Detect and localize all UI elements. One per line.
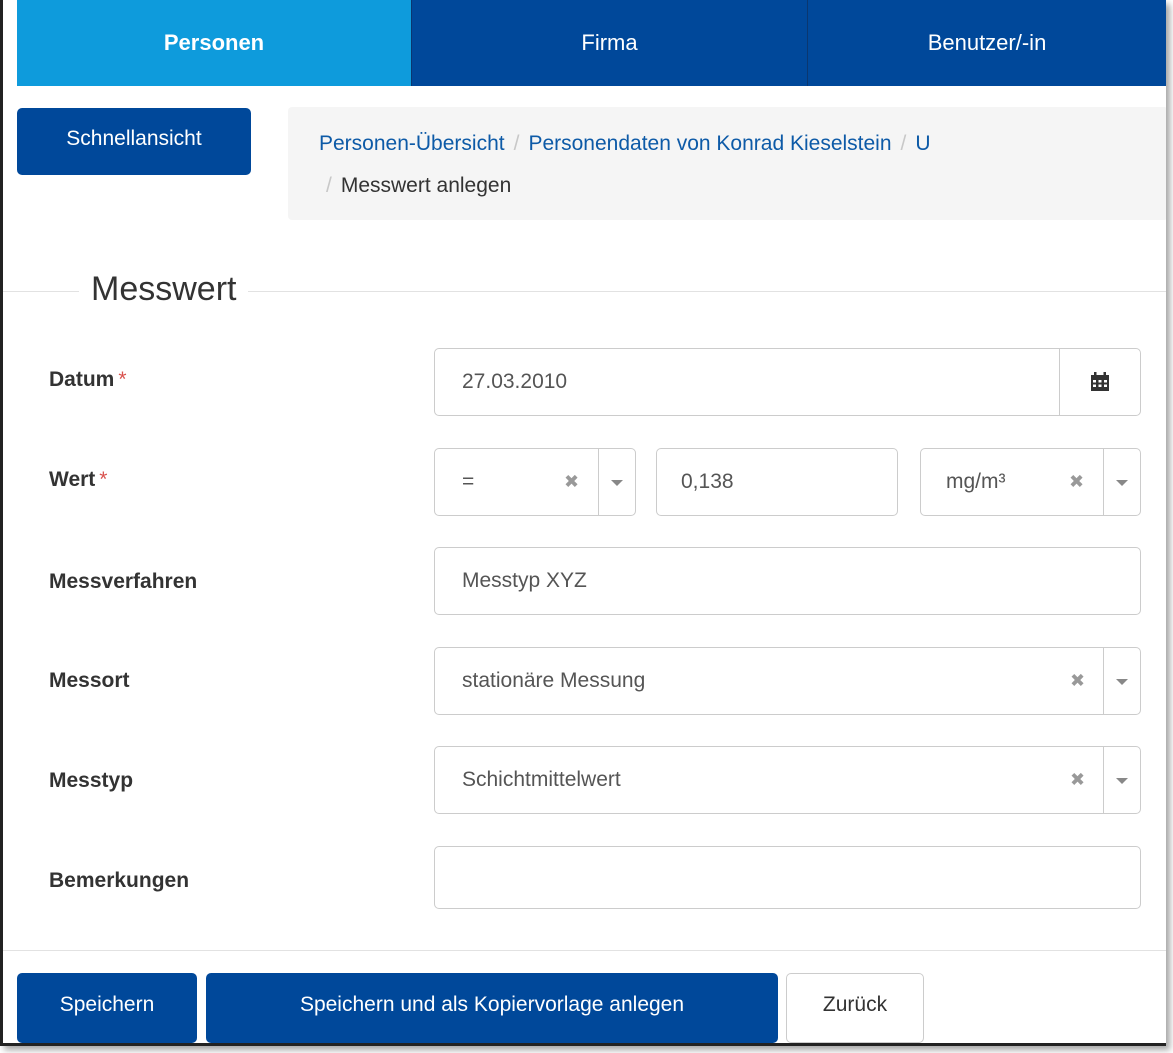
messtyp-value: Schichtmittelwert bbox=[462, 768, 621, 791]
tab-personen[interactable]: Personen bbox=[17, 0, 411, 86]
app-frame: Personen Firma Benutzer/-in Schnellansic… bbox=[0, 0, 1166, 1046]
dropdown-toggle[interactable] bbox=[1103, 449, 1140, 515]
required-marker: * bbox=[99, 468, 108, 491]
messtyp-label: Messtyp bbox=[49, 769, 134, 792]
messverfahren-value: Messtyp XYZ bbox=[462, 569, 587, 592]
messtyp-select[interactable]: Schichtmittelwert ✖ bbox=[434, 746, 1141, 814]
save-button[interactable]: Speichern bbox=[17, 973, 197, 1043]
chevron-down-icon bbox=[1116, 778, 1128, 784]
datum-value: 27.03.2010 bbox=[462, 370, 568, 393]
wert-operator-select[interactable]: = ✖ bbox=[434, 448, 636, 516]
quick-view-button[interactable]: Schnellansicht bbox=[17, 108, 251, 175]
chevron-down-icon bbox=[1116, 480, 1128, 486]
breadcrumb-separator: / bbox=[513, 132, 520, 155]
dropdown-toggle[interactable] bbox=[1103, 747, 1140, 813]
required-marker: * bbox=[118, 368, 127, 391]
bemerkungen-label: Bemerkungen bbox=[49, 869, 190, 892]
chevron-down-icon bbox=[1116, 679, 1128, 685]
chevron-down-icon bbox=[611, 480, 623, 486]
breadcrumb-separator: / bbox=[900, 132, 907, 155]
wert-unit-value: mg/m³ bbox=[946, 470, 1006, 493]
calendar-button[interactable] bbox=[1059, 349, 1140, 415]
messverfahren-input[interactable]: Messtyp XYZ bbox=[434, 547, 1141, 615]
dropdown-toggle[interactable] bbox=[1103, 648, 1140, 714]
breadcrumb-line-1: Personen-Übersicht / Personendaten von Kon… bbox=[319, 132, 931, 156]
clear-icon[interactable]: ✖ bbox=[564, 472, 579, 493]
back-button[interactable]: Zurück bbox=[786, 973, 924, 1043]
footer-divider bbox=[3, 950, 1166, 951]
tab-benutzer[interactable]: Benutzer/-in bbox=[807, 0, 1166, 86]
breadcrumb-current: Messwert anlegen bbox=[340, 174, 512, 197]
tab-firma[interactable]: Firma bbox=[411, 0, 807, 86]
breadcrumb-line-2: / Messwert anlegen bbox=[326, 174, 511, 198]
messort-select[interactable]: stationäre Messung ✖ bbox=[434, 647, 1141, 715]
messverfahren-label: Messverfahren bbox=[49, 570, 198, 593]
wert-label: Wert * bbox=[49, 468, 108, 491]
calendar-icon bbox=[1091, 372, 1109, 391]
clear-icon[interactable]: ✖ bbox=[1070, 671, 1085, 692]
wert-unit-select[interactable]: mg/m³ ✖ bbox=[920, 448, 1141, 516]
bemerkungen-input[interactable] bbox=[434, 846, 1141, 909]
breadcrumb-separator: / bbox=[326, 174, 332, 197]
breadcrumb: Personen-Übersicht / Personendaten von Kon… bbox=[288, 107, 1166, 220]
messort-value: stationäre Messung bbox=[462, 669, 646, 692]
wert-value: 0,138 bbox=[681, 470, 734, 493]
clear-icon[interactable]: ✖ bbox=[1070, 770, 1085, 791]
datum-input[interactable]: 27.03.2010 bbox=[434, 348, 1141, 416]
dropdown-toggle[interactable] bbox=[598, 449, 635, 515]
fieldset-legend: Messwert bbox=[79, 270, 249, 309]
wert-value-input[interactable]: 0,138 bbox=[656, 448, 898, 516]
breadcrumb-item-personendaten[interactable]: Personendaten von Konrad Kieselstein bbox=[528, 132, 891, 155]
clear-icon[interactable]: ✖ bbox=[1069, 472, 1084, 493]
top-nav: Personen Firma Benutzer/-in bbox=[17, 0, 1166, 86]
breadcrumb-item-truncated[interactable]: U bbox=[915, 132, 930, 155]
save-as-template-button[interactable]: Speichern und als Kopiervorlage anlegen bbox=[206, 973, 778, 1043]
breadcrumb-item-personen-uebersicht[interactable]: Personen-Übersicht bbox=[319, 132, 505, 155]
messort-label: Messort bbox=[49, 669, 130, 692]
wert-operator-value: = bbox=[462, 470, 475, 493]
datum-label: Datum * bbox=[49, 368, 127, 391]
